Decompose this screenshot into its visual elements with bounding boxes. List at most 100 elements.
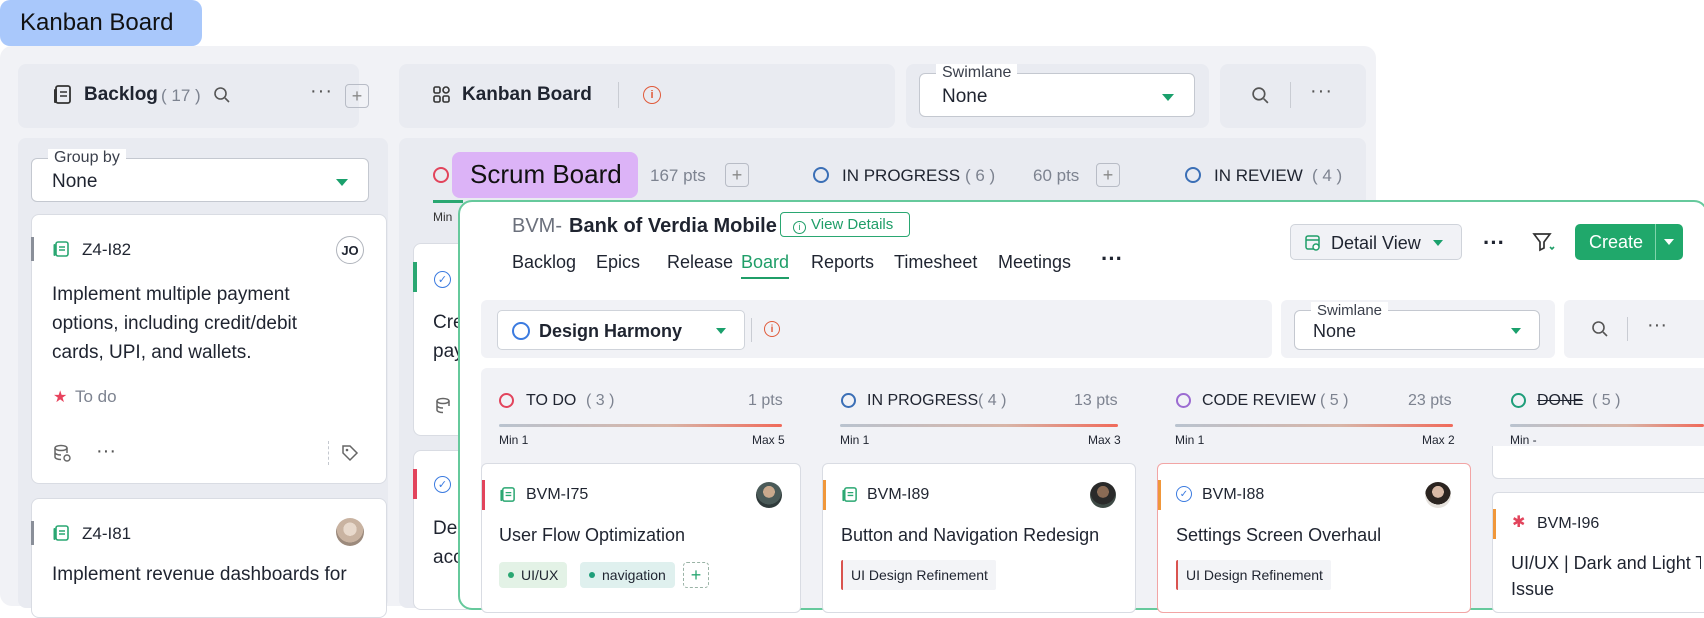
swimlane-label: Swimlane [1311,302,1389,319]
project-prefix: BVM- [512,215,562,237]
bug-icon: ✱ [1512,514,1526,531]
tag-dot [508,572,514,578]
create-label: Create [1589,232,1644,252]
search-icon[interactable] [1591,320,1609,338]
chevron-down-icon [336,179,348,186]
wip-bar [1510,424,1704,427]
group-by-select[interactable]: Group by None [31,149,369,202]
story-icon [53,241,69,257]
add-backlog-button[interactable]: + [345,84,369,108]
wip-max: Max 5 [752,433,785,447]
nav-release[interactable]: Release [667,252,733,273]
divider [1627,317,1628,341]
nav-board[interactable]: Board [741,252,790,279]
divider [618,82,619,108]
wip-bar [840,424,1118,427]
board-grid-icon [433,86,450,103]
label-tag: UI/UX [499,562,568,588]
add-tag-button[interactable]: + [683,562,709,588]
create-button[interactable]: Create [1575,224,1683,260]
in-progress-pts: 60 pts [1033,166,1080,185]
column-count: ( 3 ) [586,392,615,409]
backlog-card[interactable] [31,498,387,618]
nav-reports[interactable]: Reports [811,252,874,273]
min-label: Min [433,210,453,224]
more-nav-icon[interactable]: ··· [1101,246,1123,272]
sprint-name: Design Harmony [539,321,683,341]
more-options-icon[interactable]: ··· [96,440,116,463]
search-icon[interactable] [1251,86,1270,105]
scrum-board-tag: Scrum Board [452,152,638,198]
info-icon[interactable]: i [764,321,780,337]
backlog-count: ( 17 ) [161,86,201,105]
group-by-value: None [52,171,98,192]
column-pts: 23 pts [1408,392,1452,409]
task-check-icon: ✓ [1176,486,1192,502]
detail-view-select[interactable]: Detail View [1290,224,1462,260]
card-id: BVM-I96 [1537,515,1600,532]
swimlane-value: None [1313,321,1357,341]
column-status-icon [841,393,856,408]
column-pts: 1 pts [748,392,783,409]
chevron-down-icon [1162,94,1174,101]
wip-min: Min 1 [499,433,529,447]
sprint-select[interactable]: Design Harmony [497,310,745,350]
column-count: ( 5 ) [1320,392,1349,409]
card-title-fragment: De [433,518,458,539]
story-icon [842,487,857,502]
epic-tag: UI Design Refinement [841,560,996,590]
more-options-icon[interactable]: ··· [1310,80,1333,103]
wip-max: Max 3 [1088,433,1121,447]
card-id: BVM-I75 [526,486,589,503]
more-options-icon[interactable]: ··· [310,80,333,103]
nav-backlog[interactable]: Backlog [512,252,576,273]
more-options-icon[interactable]: ··· [1647,314,1667,337]
create-divider [1655,224,1656,260]
kanban-title: Kanban Board [462,84,592,105]
in-progress-title: IN PROGRESS [842,166,961,185]
story-icon [53,525,69,541]
column-status-icon [1511,393,1526,408]
avatar [756,482,782,508]
column-count: ( 4 ) [978,392,1007,409]
column-pts: 167 pts [650,166,706,185]
tag-label: navigation [602,567,666,583]
in-review-title: IN REVIEW [1214,166,1303,185]
card-title: Settings Screen Overhaul [1176,525,1382,545]
tag-icon[interactable] [340,443,360,463]
more-options-icon[interactable]: ··· [1483,230,1505,256]
kanban-actions-panel [1220,64,1366,128]
search-icon[interactable] [213,86,231,104]
add-card-button[interactable]: + [1096,163,1120,187]
nav-epics[interactable]: Epics [596,252,640,273]
card-title: UI/UX | Dark and Light T [1511,553,1701,573]
wip-min: Min - [1510,433,1537,447]
in-progress-count: ( 6 ) [965,166,996,185]
info-icon[interactable]: i [643,86,661,104]
wip-min: Min 1 [1175,433,1205,447]
swimlane-select[interactable]: Swimlane None [1294,302,1540,350]
label-tag: navigation [580,562,675,588]
project-name: Bank of Verdia Mobile [569,215,777,237]
chevron-down-icon [716,328,726,334]
database-icon[interactable] [52,443,72,463]
column-status-icon [1176,393,1191,408]
chevron-down-icon[interactable] [1664,239,1674,245]
filter-icon[interactable] [1532,231,1556,253]
avatar: JO [336,236,364,264]
swimlane-label: Swimlane [936,64,1018,82]
nav-meetings[interactable]: Meetings [998,252,1071,273]
view-details-label: View Details [811,216,894,233]
detail-view-icon [1305,235,1320,251]
wip-min: Min 1 [840,433,870,447]
scrum-card-partial[interactable] [1492,446,1704,479]
kanban-swimlane-select[interactable]: Swimlane None [919,64,1195,117]
card-id: Z4-I81 [82,524,132,543]
add-card-button[interactable]: + [725,163,749,187]
column-pts: 13 pts [1074,392,1118,409]
nav-timesheet[interactable]: Timesheet [894,252,977,273]
card-title-line2: Issue [1511,579,1555,599]
wip-max: Max 2 [1422,433,1455,447]
view-details-button[interactable]: i View Details [780,212,910,237]
column-title: TO DO [526,392,577,409]
